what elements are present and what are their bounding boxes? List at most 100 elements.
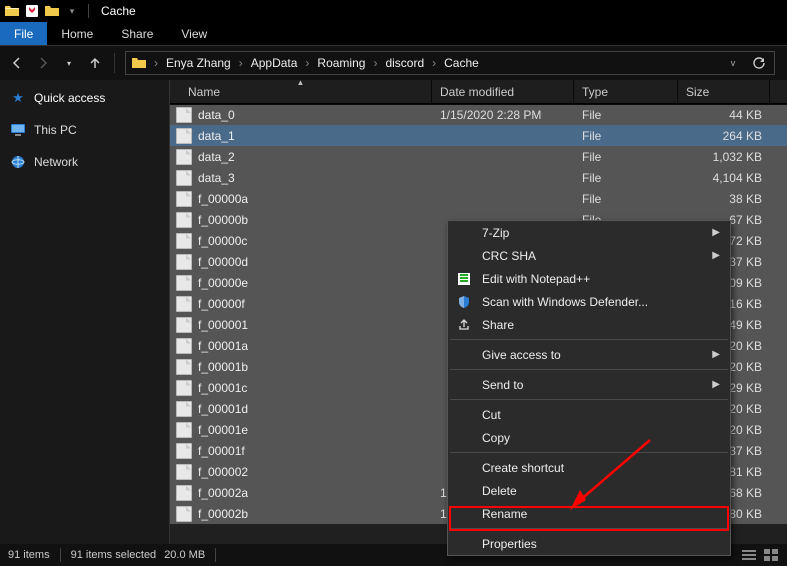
forward-button[interactable]: [32, 52, 54, 74]
recent-dropdown[interactable]: ▾: [58, 52, 80, 74]
tab-share[interactable]: Share: [107, 22, 167, 45]
table-row[interactable]: data_2 File1,032 KB: [170, 146, 787, 167]
notepad-icon: [456, 271, 472, 287]
up-button[interactable]: [84, 52, 106, 74]
options-icon[interactable]: [44, 3, 60, 19]
qa-dropdown-icon[interactable]: ▾: [64, 3, 80, 19]
sidebar-this-pc[interactable]: This PC: [0, 118, 169, 142]
ctx-crc-sha[interactable]: CRC SHA▶: [448, 244, 730, 267]
chevron-right-icon: ▶: [712, 250, 720, 261]
file-icon: [176, 506, 192, 522]
table-row[interactable]: data_3File4,104 KB: [170, 167, 787, 188]
file-name-cell: f_00001e: [170, 422, 432, 438]
separator: [450, 452, 728, 453]
ctx-share[interactable]: Share: [448, 313, 730, 336]
ctx-7zip[interactable]: 7-Zip▶: [448, 221, 730, 244]
ribbon: File Home Share View: [0, 22, 787, 46]
file-icon: [176, 128, 192, 144]
file-icon: [176, 275, 192, 291]
file-name: f_00000c: [198, 234, 247, 248]
breadcrumb-seg[interactable]: Enya Zhang: [160, 52, 237, 74]
file-type-cell: File: [574, 192, 678, 206]
ctx-properties[interactable]: Properties: [448, 532, 730, 555]
file-type-cell: File: [574, 171, 678, 185]
ctx-cut[interactable]: Cut: [448, 403, 730, 426]
column-name[interactable]: ▲ Name: [170, 80, 432, 103]
file-name-cell: f_00000b: [170, 212, 432, 228]
thumbnails-view-icon[interactable]: [763, 548, 779, 562]
file-icon: [176, 359, 192, 375]
file-size-cell: 4,104 KB: [678, 171, 770, 185]
ctx-send-to[interactable]: Send to▶: [448, 373, 730, 396]
file-icon: [176, 191, 192, 207]
file-icon: [176, 380, 192, 396]
file-size-cell: 38 KB: [678, 192, 770, 206]
file-tab[interactable]: File: [0, 22, 47, 45]
file-type-cell: File: [574, 150, 678, 164]
dropdown-icon[interactable]: v: [722, 52, 744, 74]
ctx-label: Rename: [482, 507, 527, 521]
tab-view[interactable]: View: [167, 22, 221, 45]
file-icon: [176, 401, 192, 417]
chevron-right-icon[interactable]: ›: [430, 56, 438, 70]
column-label: Type: [582, 85, 608, 99]
ctx-label: Edit with Notepad++: [482, 272, 590, 286]
ctx-label: 7-Zip: [482, 226, 509, 240]
navigation-bar: ▾ › Enya Zhang › AppData › Roaming › dis…: [0, 46, 787, 80]
ctx-label: Send to: [482, 378, 523, 392]
column-label: Name: [188, 85, 220, 99]
chevron-right-icon[interactable]: ›: [371, 56, 379, 70]
ctx-create-shortcut[interactable]: Create shortcut: [448, 456, 730, 479]
file-name: f_00000e: [198, 276, 248, 290]
ctx-delete[interactable]: Delete: [448, 479, 730, 502]
file-name-cell: f_00001f: [170, 443, 432, 459]
sidebar-label: Network: [34, 155, 78, 169]
ctx-label: Give access to: [482, 348, 561, 362]
ctx-label: Share: [482, 318, 514, 332]
ctx-scan-defender[interactable]: Scan with Windows Defender...: [448, 290, 730, 313]
ctx-rename[interactable]: Rename: [448, 502, 730, 525]
column-type[interactable]: Type: [574, 80, 678, 103]
file-name: data_2: [198, 150, 235, 164]
ctx-edit-notepadpp[interactable]: Edit with Notepad++: [448, 267, 730, 290]
status-selected: 91 items selected: [71, 549, 157, 561]
table-row[interactable]: data_01/15/2020 2:28 PMFile44 KB: [170, 104, 787, 125]
sidebar-quick-access[interactable]: ★ Quick access: [0, 86, 169, 110]
file-size-cell: 1,032 KB: [678, 150, 770, 164]
file-name-cell: f_000002: [170, 464, 432, 480]
ctx-give-access[interactable]: Give access to▶: [448, 343, 730, 366]
column-date[interactable]: Date modified: [432, 80, 574, 103]
sidebar-network[interactable]: Network: [0, 150, 169, 174]
breadcrumb-seg[interactable]: AppData: [245, 52, 304, 74]
file-icon: [176, 107, 192, 123]
table-row[interactable]: data_1File264 KB: [170, 125, 787, 146]
back-button[interactable]: [6, 52, 28, 74]
file-name-cell: f_00001d: [170, 401, 432, 417]
column-size[interactable]: Size: [678, 80, 770, 103]
file-icon: [176, 212, 192, 228]
table-row[interactable]: f_00000aFile38 KB: [170, 188, 787, 209]
refresh-icon[interactable]: [748, 52, 770, 74]
chevron-right-icon[interactable]: ›: [152, 56, 160, 70]
file-name: f_00000d: [198, 255, 248, 269]
file-icon: [176, 317, 192, 333]
file-name-cell: f_00002b: [170, 506, 432, 522]
separator: [450, 399, 728, 400]
column-headers: ▲ Name Date modified Type Size: [170, 80, 787, 104]
separator: [450, 369, 728, 370]
file-date-cell: 1/15/2020 2:28 PM: [432, 108, 574, 122]
breadcrumb-seg[interactable]: discord: [379, 52, 430, 74]
folder-icon: [130, 54, 148, 72]
chevron-right-icon[interactable]: ›: [237, 56, 245, 70]
file-name: f_00002b: [198, 507, 248, 521]
breadcrumb-seg[interactable]: Roaming: [311, 52, 371, 74]
save-icon[interactable]: [24, 3, 40, 19]
file-icon: [176, 338, 192, 354]
file-name-cell: data_0: [170, 107, 432, 123]
details-view-icon[interactable]: [741, 548, 757, 562]
tab-home[interactable]: Home: [47, 22, 107, 45]
breadcrumb-seg[interactable]: Cache: [438, 52, 485, 74]
ctx-copy[interactable]: Copy: [448, 426, 730, 449]
chevron-right-icon[interactable]: ›: [303, 56, 311, 70]
breadcrumb[interactable]: › Enya Zhang › AppData › Roaming › disco…: [125, 51, 775, 75]
